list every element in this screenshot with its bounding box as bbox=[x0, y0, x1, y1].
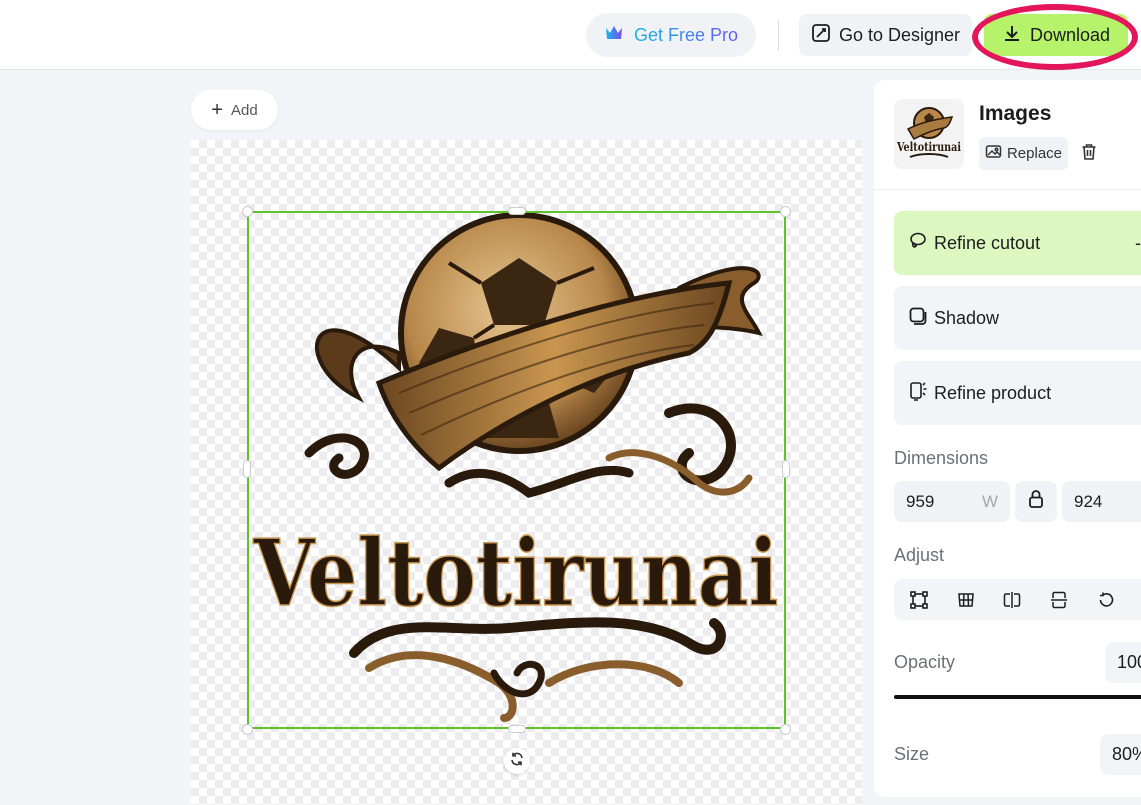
go-to-designer-button[interactable]: Go to Designer bbox=[799, 14, 972, 56]
product-icon bbox=[908, 381, 928, 406]
trash-icon bbox=[1081, 143, 1097, 166]
grid-icon[interactable] bbox=[956, 590, 976, 610]
refine-cutout-button[interactable]: Refine cutout - bbox=[894, 211, 1141, 275]
dimensions-label: Dimensions bbox=[894, 448, 989, 468]
aspect-lock-button[interactable] bbox=[1015, 481, 1057, 522]
add-label: Add bbox=[230, 101, 258, 119]
size-input[interactable]: 80% bbox=[1100, 734, 1141, 775]
rotate-icon bbox=[509, 751, 525, 772]
rotate-handle[interactable] bbox=[504, 748, 530, 774]
lock-icon bbox=[1028, 489, 1044, 514]
get-free-pro-button[interactable]: Get Free Pro bbox=[586, 13, 756, 57]
resize-handle-left[interactable] bbox=[243, 460, 251, 478]
flip-vertical-icon[interactable] bbox=[1049, 590, 1069, 610]
width-value: 959 bbox=[906, 491, 935, 511]
size-label: Size bbox=[894, 744, 930, 764]
add-button[interactable]: + Add bbox=[191, 90, 278, 130]
resize-handle-top-left[interactable] bbox=[242, 206, 253, 217]
refine-product-button[interactable]: Refine product bbox=[894, 361, 1141, 425]
size-value: 80% bbox=[1112, 744, 1141, 764]
properties-panel bbox=[874, 80, 1141, 797]
resize-handle-bottom-left[interactable] bbox=[242, 724, 253, 735]
resize-handle-bottom-right[interactable] bbox=[780, 724, 791, 735]
width-input[interactable]: 959 W bbox=[894, 481, 1010, 522]
crown-icon bbox=[604, 24, 624, 47]
replace-label: Replace bbox=[1006, 145, 1063, 162]
delete-button[interactable] bbox=[1078, 142, 1100, 166]
designer-icon bbox=[811, 23, 831, 48]
top-bar: Get Free Pro Go to Designer Download bbox=[0, 0, 1141, 70]
resize-handle-right[interactable] bbox=[782, 460, 790, 478]
toolbar-divider bbox=[778, 20, 779, 50]
refine-product-label: Refine product bbox=[934, 382, 1052, 403]
panel-divider bbox=[874, 189, 1141, 190]
selection-box[interactable] bbox=[247, 211, 786, 729]
adjust-label: Adjust bbox=[894, 545, 945, 565]
width-unit: W bbox=[981, 491, 998, 511]
resize-handle-bottom[interactable] bbox=[508, 725, 526, 733]
shadow-icon bbox=[908, 306, 928, 331]
height-value: 924 bbox=[1074, 491, 1103, 511]
rotate-left-icon[interactable] bbox=[1096, 590, 1116, 610]
download-button[interactable]: Download bbox=[984, 14, 1128, 56]
plus-icon: + bbox=[211, 99, 223, 121]
resize-handle-top-right[interactable] bbox=[780, 206, 791, 217]
crop-icon[interactable] bbox=[909, 590, 929, 610]
download-icon bbox=[1002, 23, 1022, 48]
opacity-value: 100 bbox=[1117, 652, 1141, 672]
height-input[interactable]: 924 bbox=[1062, 481, 1141, 522]
refine-cutout-dash: - bbox=[1135, 232, 1141, 253]
thumbnail-wordmark: Veltotirunai bbox=[896, 140, 961, 154]
panel-title: Images bbox=[979, 102, 1052, 125]
lasso-icon bbox=[908, 231, 928, 256]
get-free-pro-label: Get Free Pro bbox=[633, 24, 739, 45]
shadow-label: Shadow bbox=[934, 307, 1000, 328]
replace-button[interactable]: Replace bbox=[979, 137, 1068, 170]
opacity-label: Opacity bbox=[894, 652, 956, 672]
shadow-button[interactable]: Shadow bbox=[894, 286, 1141, 350]
refine-cutout-label: Refine cutout bbox=[934, 232, 1041, 253]
resize-handle-top[interactable] bbox=[508, 207, 526, 215]
go-to-designer-label: Go to Designer bbox=[838, 24, 961, 45]
download-label: Download bbox=[1029, 24, 1111, 45]
opacity-slider[interactable] bbox=[894, 695, 1141, 699]
image-thumbnail: Veltotirunai bbox=[894, 99, 964, 169]
opacity-input[interactable]: 100 bbox=[1105, 642, 1141, 683]
flip-horizontal-icon[interactable] bbox=[1002, 590, 1022, 610]
image-icon bbox=[985, 144, 1003, 164]
